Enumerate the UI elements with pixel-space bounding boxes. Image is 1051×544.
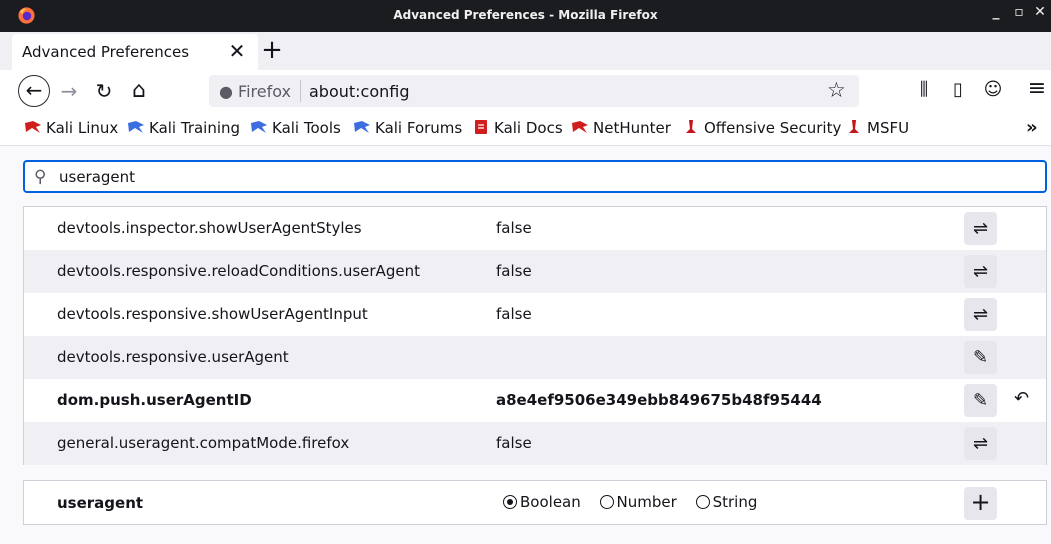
pref-name: dom.push.userAgentID [57,391,252,409]
tab-advanced-preferences[interactable]: Advanced Preferences ✕ [12,34,258,70]
bookmark-label: Offensive Security [704,119,842,137]
menu-icon[interactable]: ≡ [1024,76,1050,101]
edit-pencil-icon[interactable]: ✎ [964,384,997,417]
tab-label: Advanced Preferences [22,43,190,61]
pref-row: devtools.responsive.reloadConditions.use… [24,250,1046,293]
bookmark-nethunter[interactable]: NetHunter [571,119,671,139]
search-icon: ⚲ [34,167,47,187]
offsec-red-icon [849,120,859,133]
radio-unselected-icon [695,495,710,509]
firefox-identity-icon: ● [219,82,239,101]
home-button[interactable]: ⌂ [124,76,154,106]
reload-button[interactable]: ↻ [89,76,119,106]
forward-button[interactable]: → [54,76,84,106]
kali-dragon-blue-icon [354,121,370,133]
bookmark-label: Kali Linux [46,119,119,137]
identity-label: Firefox [238,82,291,101]
kali-dragon-blue-icon [251,121,267,133]
maximize-button[interactable]: ▫ [1010,4,1028,20]
account-icon[interactable]: ☺ [980,79,1006,100]
add-preference-button[interactable]: + [964,487,997,520]
preference-search-input[interactable] [59,166,959,188]
bookmark-kali-linux[interactable]: Kali Linux [24,119,118,139]
pref-row: devtools.inspector.showUserAgentStyles f… [24,207,1046,250]
pref-type-radio-group: Boolean Number String [503,493,771,511]
address-bar[interactable]: ● Firefox about:config ☆ [209,75,859,107]
radio-label: Boolean [520,493,581,511]
radio-label: String [712,493,758,511]
about-config-page: ⚲ devtools.inspector.showUserAgentStyles… [0,147,1051,544]
sidebar-icon[interactable]: ▯ [945,79,971,100]
pref-value[interactable]: false [496,305,532,323]
pref-row: general.useragent.compatMode.firefox fal… [24,422,1046,465]
bookmark-kali-docs[interactable]: Kali Docs [472,119,563,139]
bookmark-offensive-security[interactable]: Offensive Security [682,119,841,139]
bookmark-kali-tools[interactable]: Kali Tools [250,119,341,139]
bookmark-label: Kali Tools [272,119,341,137]
toggle-icon[interactable]: ⇌ [964,212,997,245]
url-text[interactable]: about:config [309,82,410,101]
bookmark-msfu[interactable]: MSFU [845,119,909,139]
bookmark-label: Kali Training [149,119,241,137]
identity-box[interactable]: ● Firefox [219,82,291,101]
bookmark-label: Kali Docs [494,119,563,137]
pref-row-modified: dom.push.userAgentID a8e4ef9506e349ebb84… [24,379,1046,422]
urlbar-separator [300,80,301,102]
bookmark-label: Kali Forums [375,119,463,137]
pref-name: devtools.inspector.showUserAgentStyles [57,219,362,237]
pref-name: devtools.responsive.showUserAgentInput [57,305,368,323]
new-preference-row: useragent Boolean Number String + [23,480,1047,525]
radio-string[interactable]: String [695,493,758,511]
bookmarks-toolbar: Kali Linux Kali Training Kali Tools Kali… [0,112,1051,146]
pref-name: general.useragent.compatMode.firefox [57,434,350,452]
tab-close-icon[interactable]: ✕ [227,39,247,63]
pref-value[interactable]: false [496,219,532,237]
navigation-toolbar: ← → ↻ ⌂ ● Firefox about:config ☆ ⫼ ▯ ☺ ≡ [0,70,1051,112]
offsec-red-icon [686,120,696,133]
pref-value[interactable]: false [496,434,532,452]
pref-name: devtools.responsive.reloadConditions.use… [57,262,420,280]
kali-docs-red-icon [475,120,487,134]
toggle-icon[interactable]: ⇌ [964,298,997,331]
kali-dragon-red-icon [25,121,41,133]
library-icon[interactable]: ⫼ [911,79,937,100]
preferences-table: devtools.inspector.showUserAgentStyles f… [23,206,1047,465]
pref-row: devtools.responsive.userAgent ✎ [24,336,1046,379]
back-button[interactable]: ← [18,75,50,107]
radio-boolean[interactable]: Boolean [503,493,581,511]
bookmarks-overflow-icon[interactable]: » [1026,117,1038,138]
kali-dragon-blue-icon [128,121,144,133]
tab-strip: Advanced Preferences ✕ + [0,32,1051,70]
radio-label: Number [616,493,677,511]
pref-value[interactable]: a8e4ef9506e349ebb849675b48f95444 [496,391,822,409]
reset-icon[interactable]: ↶ [1014,388,1029,409]
pref-name: devtools.responsive.userAgent [57,348,289,366]
bookmark-kali-training[interactable]: Kali Training [127,119,240,139]
radio-unselected-icon [599,495,614,509]
minimize-button[interactable]: _ [987,4,1005,20]
bookmark-label: NetHunter [593,119,671,137]
bookmark-star-icon[interactable]: ☆ [827,78,846,102]
toggle-icon[interactable]: ⇌ [964,427,997,460]
window-title: Advanced Preferences - Mozilla Firefox [393,8,658,22]
toggle-icon[interactable]: ⇌ [964,255,997,288]
window-titlebar: Advanced Preferences - Mozilla Firefox _… [0,0,1051,32]
radio-selected-icon [503,495,517,509]
new-pref-name: useragent [57,494,144,512]
pref-value[interactable]: false [496,262,532,280]
pref-row: devtools.responsive.showUserAgentInput f… [24,293,1046,336]
new-tab-button[interactable]: + [260,35,284,65]
edit-pencil-icon[interactable]: ✎ [964,341,997,374]
radio-number[interactable]: Number [599,493,677,511]
preference-search-box[interactable]: ⚲ [23,160,1047,193]
kali-dragon-red-icon [572,121,588,133]
close-window-button[interactable]: ✕ [1031,4,1049,20]
bookmark-label: MSFU [867,119,910,137]
bookmark-kali-forums[interactable]: Kali Forums [353,119,462,139]
